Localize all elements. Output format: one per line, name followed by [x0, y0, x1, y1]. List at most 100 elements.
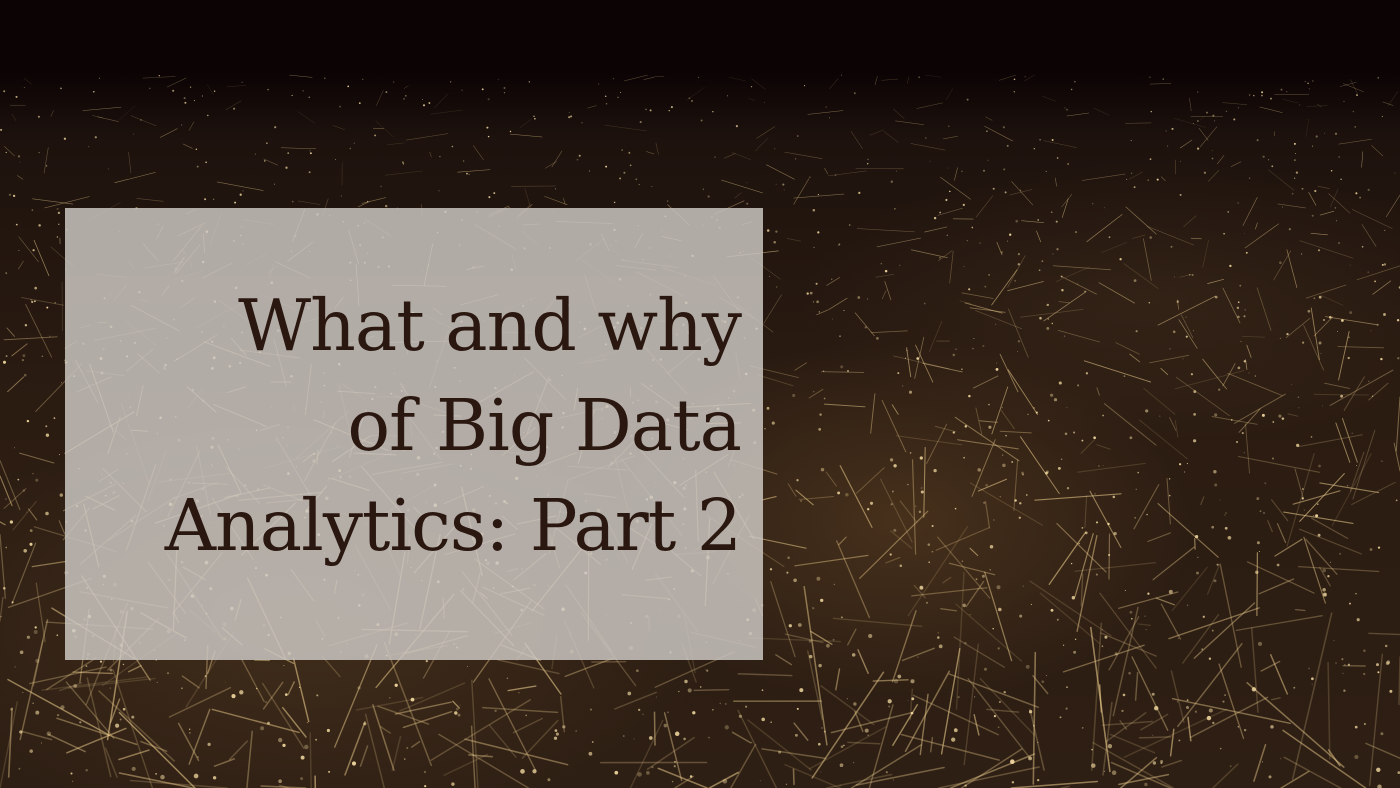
city-light-dot [846, 698, 848, 700]
street-light-line [755, 137, 769, 152]
street-light-line [168, 686, 232, 718]
city-light-dot [267, 88, 269, 91]
street-light-line [1161, 759, 1182, 768]
city-light-dot [85, 665, 88, 667]
city-light-dot [876, 337, 879, 340]
street-light-line [473, 145, 484, 161]
street-light-line [972, 375, 999, 389]
street-light-line [1308, 191, 1317, 206]
street-light-line [984, 500, 991, 529]
street-light-line [875, 273, 894, 278]
street-light-line [443, 753, 489, 776]
city-light-dot [5, 355, 8, 358]
city-light-dot [1268, 775, 1272, 779]
city-light-dot [1149, 158, 1152, 160]
city-light-dot [285, 166, 288, 169]
street-light-line [1138, 736, 1172, 739]
city-light-dot [1065, 707, 1068, 710]
street-light-line [1341, 417, 1358, 463]
city-light-dot [53, 417, 56, 419]
street-light-line [1276, 523, 1287, 544]
city-light-dot [1011, 781, 1015, 784]
city-light-dot [775, 230, 778, 233]
city-light-dot [57, 211, 61, 215]
city-light-dot [555, 732, 559, 736]
city-light-dot [1394, 172, 1396, 174]
street-light-line [130, 115, 157, 127]
street-light-line [167, 77, 187, 88]
city-light-dot [983, 501, 986, 504]
city-light-dot [486, 126, 489, 129]
city-light-dot [778, 750, 782, 754]
street-light-line [119, 105, 136, 121]
city-light-dot [31, 300, 34, 304]
city-light-dot [1081, 727, 1084, 729]
city-light-dot [993, 519, 995, 521]
city-light-dot [1384, 644, 1388, 648]
city-light-dot [906, 349, 908, 352]
street-light-line [406, 133, 449, 141]
city-light-dot [1035, 411, 1038, 414]
city-light-dot [5, 272, 8, 275]
city-light-dot [986, 130, 988, 133]
city-light-dot [1224, 694, 1227, 697]
city-light-dot [952, 431, 955, 434]
city-light-dot [793, 578, 797, 583]
street-light-line [1062, 644, 1145, 673]
city-light-dot [812, 209, 816, 212]
city-light-dot [1003, 168, 1006, 171]
street-light-line [1330, 188, 1339, 208]
city-light-dot [1206, 111, 1208, 114]
street-light-line [807, 110, 844, 115]
city-light-dot [1239, 284, 1242, 287]
city-light-dot [1348, 336, 1350, 339]
city-light-dot [45, 433, 50, 437]
street-light-line [1245, 423, 1250, 474]
street-light-line [1123, 263, 1159, 289]
city-light-dot [988, 274, 990, 276]
city-light-dot [823, 730, 826, 733]
city-light-dot [9, 520, 14, 524]
street-light-line [4, 146, 15, 157]
city-light-dot [1050, 393, 1054, 397]
street-light-line [1216, 155, 1225, 165]
city-light-dot [1196, 571, 1199, 575]
street-light-line [1077, 462, 1146, 473]
city-light-dot [424, 784, 427, 788]
street-light-line [895, 435, 963, 446]
city-light-dot [957, 695, 960, 699]
city-light-dot [910, 711, 914, 715]
street-light-line [1160, 367, 1169, 376]
city-light-dot [916, 357, 920, 360]
city-light-dot [1335, 220, 1337, 222]
street-light-line [1385, 194, 1400, 218]
street-light-line [1395, 396, 1400, 452]
city-light-dot [1130, 172, 1133, 174]
city-light-dot [239, 193, 242, 196]
street-light-line [1189, 97, 1192, 112]
city-light-dot [195, 148, 198, 151]
city-light-dot [503, 87, 506, 89]
city-light-dot [1128, 671, 1131, 675]
city-light-dot [1344, 664, 1346, 666]
street-light-line [761, 496, 777, 501]
city-light-dot [617, 96, 619, 98]
street-light-line [1200, 496, 1205, 506]
street-light-line [1202, 239, 1209, 268]
city-light-dot [637, 772, 642, 777]
city-light-dot [1174, 276, 1175, 278]
city-light-dot [926, 601, 928, 604]
street-light-line [969, 547, 979, 557]
city-light-dot [1214, 483, 1218, 487]
street-light-line [1193, 602, 1256, 659]
city-light-dot [885, 771, 888, 774]
city-light-dot [1291, 192, 1294, 195]
city-light-dot [907, 483, 909, 486]
city-light-dot [892, 779, 894, 781]
street-light-line [1082, 173, 1126, 181]
city-light-dot [59, 454, 61, 456]
city-light-dot [931, 525, 934, 527]
city-light-dot [809, 291, 813, 295]
city-light-dot [1093, 436, 1096, 440]
street-light-line [938, 250, 953, 262]
